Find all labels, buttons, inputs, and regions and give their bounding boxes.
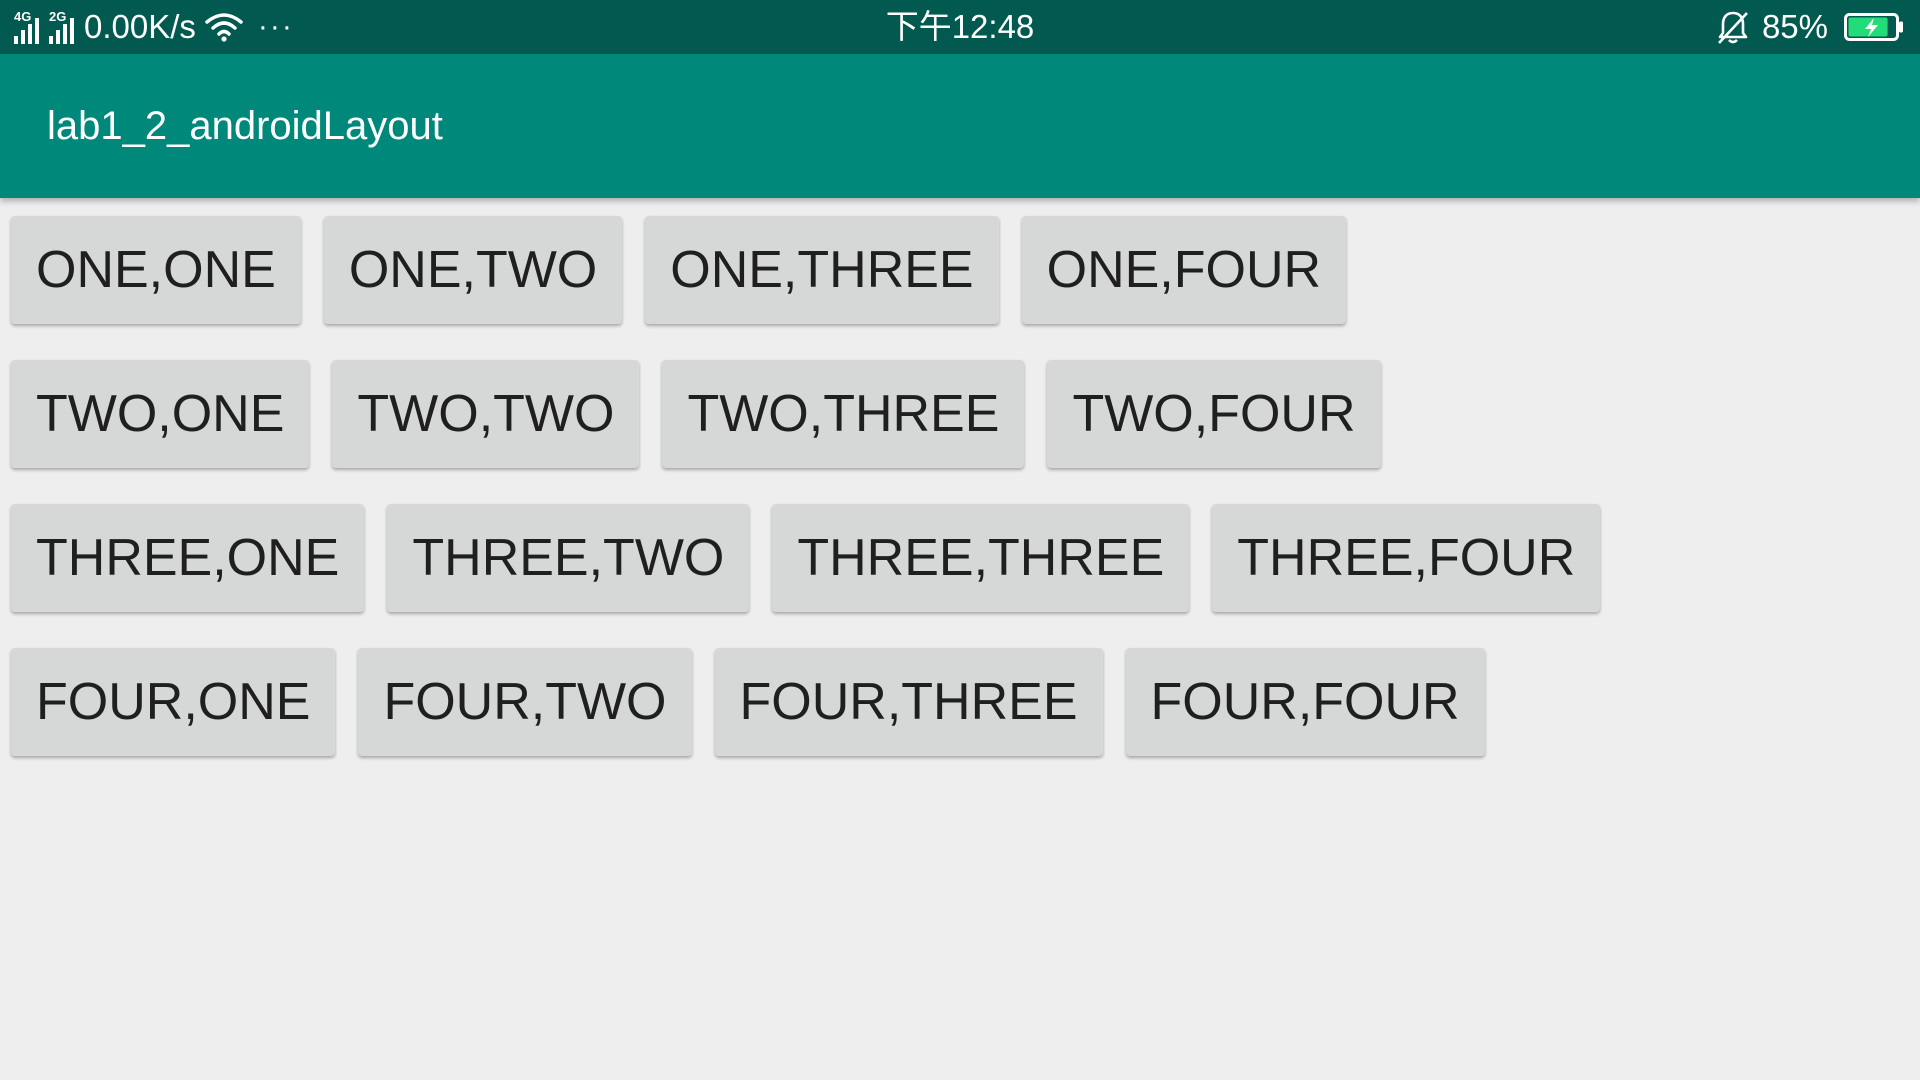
- grid-button-two-one[interactable]: TWO,ONE: [11, 360, 310, 468]
- button-row: TWO,ONE TWO,TWO TWO,THREE TWO,FOUR: [11, 360, 1623, 468]
- grid-button-two-two[interactable]: TWO,TWO: [332, 360, 640, 468]
- grid-button-three-three[interactable]: THREE,THREE: [772, 504, 1190, 612]
- grid-button-one-one[interactable]: ONE,ONE: [11, 216, 301, 324]
- battery-charging-icon: [1844, 13, 1903, 41]
- grid-button-three-one[interactable]: THREE,ONE: [11, 504, 365, 612]
- grid-button-four-three[interactable]: FOUR,THREE: [714, 648, 1103, 756]
- signal-2g-icon: 2G: [49, 10, 74, 44]
- status-right: 85%: [1716, 0, 1904, 54]
- grid-button-four-two[interactable]: FOUR,TWO: [358, 648, 692, 756]
- button-row: ONE,ONE ONE,TWO ONE,THREE ONE,FOUR: [11, 216, 1623, 324]
- signal-gen-label: 4G: [14, 9, 32, 24]
- grid-button-two-four[interactable]: TWO,FOUR: [1047, 360, 1381, 468]
- grid-button-three-two[interactable]: THREE,TWO: [387, 504, 750, 612]
- grid-button-one-three[interactable]: ONE,THREE: [645, 216, 999, 324]
- button-row: THREE,ONE THREE,TWO THREE,THREE THREE,FOUR: [11, 504, 1623, 612]
- status-left: 4G 2G 0.00K/s ···: [14, 0, 294, 54]
- button-grid: ONE,ONE ONE,TWO ONE,THREE ONE,FOUR TWO,ONE TW…: [11, 216, 1623, 792]
- grid-button-four-four[interactable]: FOUR,FOUR: [1125, 648, 1485, 756]
- more-dots-icon: ···: [257, 10, 294, 43]
- grid-button-one-two[interactable]: ONE,TWO: [323, 216, 623, 324]
- signal-4g-icon: 4G: [14, 10, 39, 44]
- app-title: lab1_2_androidLayout: [47, 104, 443, 148]
- bell-muted-icon: [1717, 11, 1748, 44]
- app-bar: lab1_2_androidLayout: [0, 54, 1920, 198]
- grid-button-four-one[interactable]: FOUR,ONE: [11, 648, 336, 756]
- wifi-icon: [205, 13, 243, 42]
- grid-button-two-three[interactable]: TWO,THREE: [662, 360, 1025, 468]
- signal-gen-label: 2G: [49, 9, 67, 24]
- battery-percent: 85%: [1761, 8, 1828, 45]
- status-bar: 4G 2G 0.00K/s ··· 下午12:48 85%: [0, 0, 1920, 54]
- button-row: FOUR,ONE FOUR,TWO FOUR,THREE FOUR,FOUR: [11, 648, 1623, 756]
- grid-button-three-four[interactable]: THREE,FOUR: [1212, 504, 1601, 612]
- grid-button-one-four[interactable]: ONE,FOUR: [1021, 216, 1347, 324]
- net-speed: 0.00K/s: [84, 8, 196, 45]
